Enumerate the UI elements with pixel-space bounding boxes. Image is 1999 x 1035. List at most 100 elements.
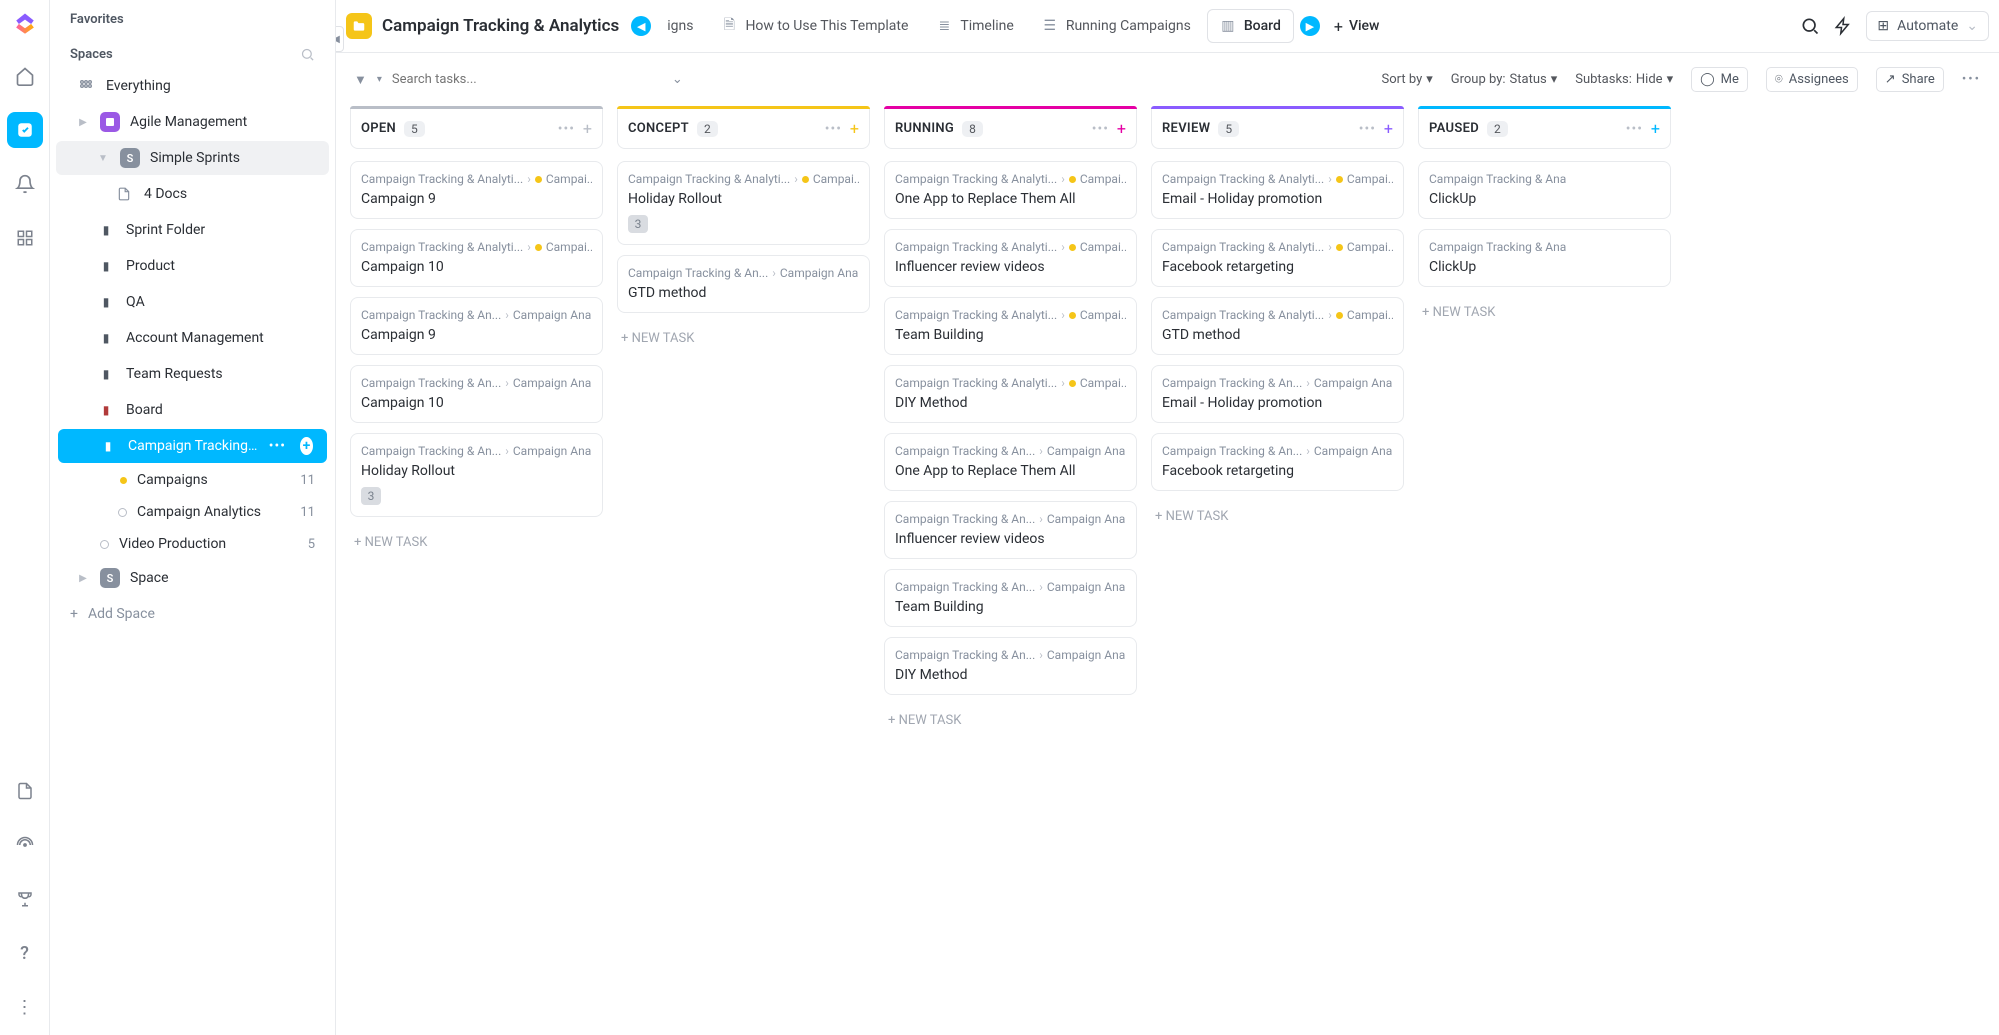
goals-icon[interactable] <box>7 881 43 917</box>
chevron-down-icon[interactable]: ▾ <box>377 74 382 85</box>
new-task-button[interactable]: + NEW TASK <box>350 527 603 558</box>
sidebar-item-product[interactable]: ▮Product <box>56 249 329 283</box>
notifications-icon[interactable] <box>7 166 43 202</box>
me-chip[interactable]: ◯Me <box>1691 67 1748 92</box>
sidebar-item-everything[interactable]: Everything <box>56 69 329 103</box>
more-icon[interactable]: ••• <box>1092 121 1109 137</box>
sidebar-item-simple-sprints[interactable]: ▼ S Simple Sprints <box>56 141 329 175</box>
task-card[interactable]: Campaign Tracking & An... › Campaign Ana… <box>617 255 870 313</box>
sidebar-item-space[interactable]: ▶ S Space <box>56 561 329 595</box>
add-space-button[interactable]: + Add Space <box>50 596 335 632</box>
more-icon[interactable]: ••• <box>269 438 286 454</box>
new-task-button[interactable]: + NEW TASK <box>884 705 1137 736</box>
sort-by-dropdown[interactable]: Sort by ▾ <box>1382 72 1433 87</box>
task-card[interactable]: Campaign Tracking & Analyti... › Campai.… <box>350 161 603 219</box>
task-card[interactable]: Campaign Tracking & Analyti... › Campai.… <box>884 161 1137 219</box>
clickup-logo-icon[interactable] <box>9 8 41 40</box>
task-card[interactable]: Campaign Tracking & Analyti... › Campai.… <box>1151 229 1404 287</box>
sidebar-item-team-req[interactable]: ▮Team Requests <box>56 357 329 391</box>
search-icon[interactable] <box>1800 16 1820 36</box>
subtasks-dropdown[interactable]: Subtasks: Hide ▾ <box>1575 72 1673 87</box>
add-icon[interactable]: + <box>300 437 313 455</box>
favorites-header[interactable]: Favorites <box>50 0 335 33</box>
home-icon[interactable] <box>7 58 43 94</box>
more-icon[interactable]: ••• <box>1359 121 1376 137</box>
add-task-icon[interactable]: + <box>1384 119 1393 138</box>
more-icon[interactable]: ••• <box>1962 72 1981 87</box>
page-title[interactable]: Campaign Tracking & Analytics <box>382 16 619 36</box>
task-card[interactable]: Campaign Tracking & An... › Campaign Ana… <box>884 433 1137 491</box>
column-header[interactable]: REVIEW5•••+ <box>1151 109 1404 149</box>
task-card[interactable]: Campaign Tracking & An... › Campaign Ana… <box>1151 365 1404 423</box>
task-card[interactable]: Campaign Tracking & AnaClickUp <box>1418 161 1671 219</box>
sidebar-item-sprint-folder[interactable]: ▮Sprint Folder <box>56 213 329 247</box>
badge-icon[interactable]: ◀ <box>631 16 651 36</box>
sidebar-item-board[interactable]: ▮Board <box>56 393 329 427</box>
docs-icon[interactable] <box>7 773 43 809</box>
sidebar-item-video-prod[interactable]: Video Production 5 <box>56 529 329 559</box>
task-card[interactable]: Campaign Tracking & Analyti... › Campai.… <box>350 229 603 287</box>
new-task-button[interactable]: + NEW TASK <box>1418 297 1671 328</box>
sidebar-item-agile[interactable]: ▶ Agile Management <box>56 105 329 139</box>
add-task-icon[interactable]: + <box>1651 119 1660 138</box>
search-icon[interactable] <box>300 47 315 62</box>
column-header[interactable]: OPEN5•••+ <box>350 109 603 149</box>
task-card[interactable]: Campaign Tracking & An... › Campaign Ana… <box>350 365 603 423</box>
pulse-icon[interactable] <box>7 827 43 863</box>
task-card[interactable]: Campaign Tracking & Analyti... › Campai.… <box>1151 161 1404 219</box>
task-card[interactable]: Campaign Tracking & Analyti... › Campai.… <box>1151 297 1404 355</box>
tab-igns[interactable]: igns <box>655 10 705 42</box>
tab-howto[interactable]: 🗎How to Use This Template <box>709 6 920 46</box>
bolt-icon[interactable] <box>1834 16 1852 36</box>
task-title: Campaign 9 <box>361 327 592 343</box>
task-card[interactable]: Campaign Tracking & Analyti... › Campai.… <box>884 297 1137 355</box>
group-by-dropdown[interactable]: Group by: Status ▾ <box>1451 72 1557 87</box>
new-task-button[interactable]: + NEW TASK <box>1151 501 1404 532</box>
sidebar-item-cta[interactable]: ▮ Campaign Tracking & Analy... ••• + <box>58 429 327 463</box>
chevron-down-icon[interactable]: ⌄ <box>672 72 683 87</box>
sidebar-item-acct-mgmt[interactable]: ▮Account Management <box>56 321 329 355</box>
help-icon[interactable]: ? <box>7 935 43 971</box>
search-input[interactable] <box>392 72 572 87</box>
collapse-sidebar-button[interactable]: ◀ <box>336 26 344 52</box>
add-view-button[interactable]: +View <box>1324 9 1390 44</box>
board[interactable]: OPEN5•••+Campaign Tracking & Analyti... … <box>336 106 1999 1035</box>
tab-timeline[interactable]: ≣Timeline <box>924 10 1025 42</box>
add-task-icon[interactable]: + <box>583 119 592 138</box>
badge-icon[interactable]: ▶ <box>1300 16 1320 36</box>
automate-button[interactable]: ⊞ Automate ⌄ <box>1866 11 1989 41</box>
column-header[interactable]: CONCEPT2•••+ <box>617 109 870 149</box>
spaces-header[interactable]: Spaces <box>70 47 113 62</box>
sidebar-item-camp-analytics[interactable]: Campaign Analytics 11 <box>56 497 329 527</box>
task-card[interactable]: Campaign Tracking & An... › Campaign Ana… <box>884 637 1137 695</box>
task-card[interactable]: Campaign Tracking & An... › Campaign Ana… <box>350 297 603 355</box>
new-task-button[interactable]: + NEW TASK <box>617 323 870 354</box>
more-icon[interactable]: ••• <box>825 121 842 137</box>
filter-icon[interactable]: ▼ <box>354 72 367 88</box>
more-icon[interactable]: ⋮ <box>7 989 43 1025</box>
sidebar-item-docs[interactable]: 4 Docs <box>56 177 329 211</box>
task-card[interactable]: Campaign Tracking & An... › Campaign Ana… <box>884 569 1137 627</box>
more-icon[interactable]: ••• <box>1626 121 1643 137</box>
breadcrumb: Campaign Tracking & An... › Campaign Ana… <box>895 648 1126 662</box>
column-header[interactable]: PAUSED2•••+ <box>1418 109 1671 149</box>
sidebar-item-campaigns[interactable]: Campaigns 11 <box>56 465 329 495</box>
task-card[interactable]: Campaign Tracking & Analyti... › Campai.… <box>617 161 870 245</box>
assignees-chip[interactable]: ⌾Assignees <box>1766 67 1858 92</box>
tab-running[interactable]: ☰Running Campaigns <box>1030 10 1203 42</box>
add-task-icon[interactable]: + <box>1117 119 1126 138</box>
column-header[interactable]: RUNNING8•••+ <box>884 109 1137 149</box>
task-card[interactable]: Campaign Tracking & An... › Campaign Ana… <box>884 501 1137 559</box>
task-card[interactable]: Campaign Tracking & Analyti... › Campai.… <box>884 365 1137 423</box>
share-chip[interactable]: ↗Share <box>1876 67 1944 92</box>
task-card[interactable]: Campaign Tracking & AnaClickUp <box>1418 229 1671 287</box>
tab-board[interactable]: ▥Board <box>1207 9 1294 43</box>
tasks-icon[interactable] <box>7 112 43 148</box>
more-icon[interactable]: ••• <box>558 121 575 137</box>
task-card[interactable]: Campaign Tracking & Analyti... › Campai.… <box>884 229 1137 287</box>
task-card[interactable]: Campaign Tracking & An... › Campaign Ana… <box>350 433 603 517</box>
sidebar-item-qa[interactable]: ▮QA <box>56 285 329 319</box>
apps-icon[interactable] <box>7 220 43 256</box>
task-card[interactable]: Campaign Tracking & An... › Campaign Ana… <box>1151 433 1404 491</box>
add-task-icon[interactable]: + <box>850 119 859 138</box>
